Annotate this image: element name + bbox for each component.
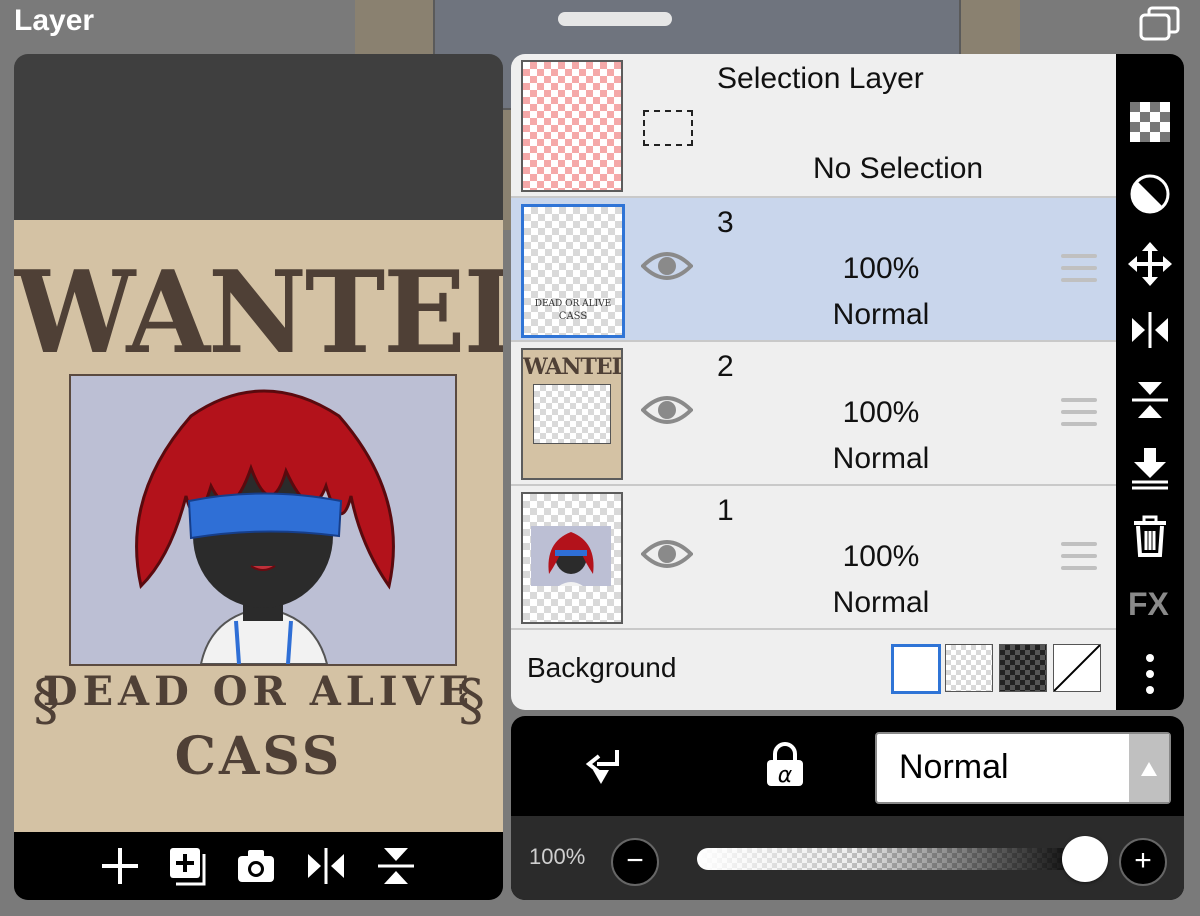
layer-blend-mode: Normal (832, 442, 930, 475)
camera-icon[interactable] (234, 844, 278, 888)
reorder-handle-icon[interactable] (1061, 542, 1097, 572)
merge-down-icon[interactable] (1128, 446, 1172, 490)
background-label: Background (527, 652, 677, 683)
layer-thumbnail-2: WANTED (521, 348, 623, 480)
layer-tools-sidebar: FX (1116, 54, 1184, 710)
flip-horizontal-icon[interactable] (1128, 308, 1172, 352)
blend-mode-select[interactable]: Normal (875, 732, 1171, 804)
opacity-decrease-button[interactable]: − (611, 838, 659, 886)
fx-button[interactable]: FX (1128, 586, 1169, 623)
clipping-icon[interactable] (583, 744, 627, 788)
drag-handle[interactable] (558, 12, 672, 26)
layer-thumbnail-1 (521, 492, 623, 624)
layer-row-3[interactable]: DEAD OR ALIVE CASS 3 100% Normal (511, 198, 1116, 342)
more-options-icon[interactable] (1128, 652, 1172, 696)
layers-panel: Selection Layer No Selection DEAD OR ALI… (511, 54, 1116, 710)
layer-name: 2 (717, 350, 734, 383)
opacity-increase-button[interactable]: + (1119, 838, 1167, 886)
layer-name: 3 (717, 206, 734, 239)
selection-layer-name: Selection Layer (717, 62, 924, 95)
svg-text:α: α (778, 763, 793, 788)
layer-row-2[interactable]: WANTED 2 100% Normal (511, 342, 1116, 486)
layer-row-1[interactable]: 1 100% Normal (511, 486, 1116, 630)
character-illustration (71, 376, 455, 664)
layer-blend-mode: Normal (832, 586, 930, 619)
opacity-row: 100% − + (511, 816, 1184, 900)
background-checker-dark-swatch[interactable] (999, 644, 1047, 692)
checker-icon[interactable] (1128, 100, 1172, 144)
selection-status: No Selection (813, 152, 984, 185)
invert-icon[interactable] (1128, 172, 1172, 216)
layer-thumbnail-2-text: WANTED (523, 354, 623, 380)
layer-opacity: 100% (842, 540, 920, 573)
wanted-poster: WANTED § § DEAD OR ALIVE CASS (14, 220, 503, 832)
layer-opacity: 100% (842, 252, 920, 285)
flip-vertical-icon[interactable] (374, 844, 418, 888)
chevron-up-icon (1141, 762, 1157, 776)
opacity-slider-knob[interactable] (1062, 836, 1108, 882)
window-title: Layer (14, 4, 95, 37)
visibility-eye-icon[interactable] (641, 390, 693, 430)
selection-layer-row[interactable]: Selection Layer No Selection (511, 54, 1116, 198)
layer-thumbnail-3: DEAD OR ALIVE CASS (521, 204, 625, 338)
layer-thumbnail-3-text-1: DEAD OR ALIVE (534, 299, 612, 309)
poster-subtitle: DEAD OR ALIVE (42, 668, 475, 715)
background-white-swatch[interactable] (891, 644, 941, 694)
blend-mode-dropdown[interactable] (1129, 734, 1169, 802)
flip-horizontal-icon[interactable] (304, 844, 348, 888)
opacity-slider[interactable] (697, 848, 1089, 870)
layer-name: 1 (717, 494, 734, 527)
background-checker-light-swatch[interactable] (945, 644, 993, 692)
alpha-lock-icon[interactable]: α (763, 742, 807, 788)
add-layer-icon[interactable] (98, 844, 142, 888)
reorder-handle-icon[interactable] (1061, 254, 1097, 284)
flip-vertical-icon[interactable] (1128, 378, 1172, 422)
move-icon[interactable] (1128, 242, 1172, 286)
canvas-panel[interactable]: WANTED § § DEAD OR ALIVE CASS (14, 54, 503, 900)
duplicate-layer-icon[interactable] (166, 844, 210, 888)
reorder-handle-icon[interactable] (1061, 398, 1097, 428)
layer-properties-bar: α Normal 100% − + (511, 716, 1184, 900)
poster-photo (69, 374, 457, 666)
opacity-label: 100% (529, 844, 586, 869)
window-mode-icon[interactable] (1138, 6, 1182, 42)
selection-marquee-icon (643, 110, 693, 146)
background-none-swatch[interactable] (1053, 644, 1101, 692)
selection-layer-thumbnail (521, 60, 623, 192)
background-row: Background (511, 628, 1116, 710)
poster-title: WANTED (14, 246, 503, 380)
visibility-eye-icon[interactable] (641, 246, 693, 286)
layer-opacity: 100% (842, 396, 920, 429)
visibility-eye-icon[interactable] (641, 534, 693, 574)
blend-mode-label: Normal (899, 748, 1009, 786)
layer-blend-mode: Normal (832, 298, 930, 331)
poster-name: CASS (174, 726, 343, 787)
layer-thumbnail-3-text-2: CASS (558, 311, 588, 322)
trash-icon[interactable] (1128, 514, 1172, 558)
canvas-toolbar (14, 832, 503, 900)
